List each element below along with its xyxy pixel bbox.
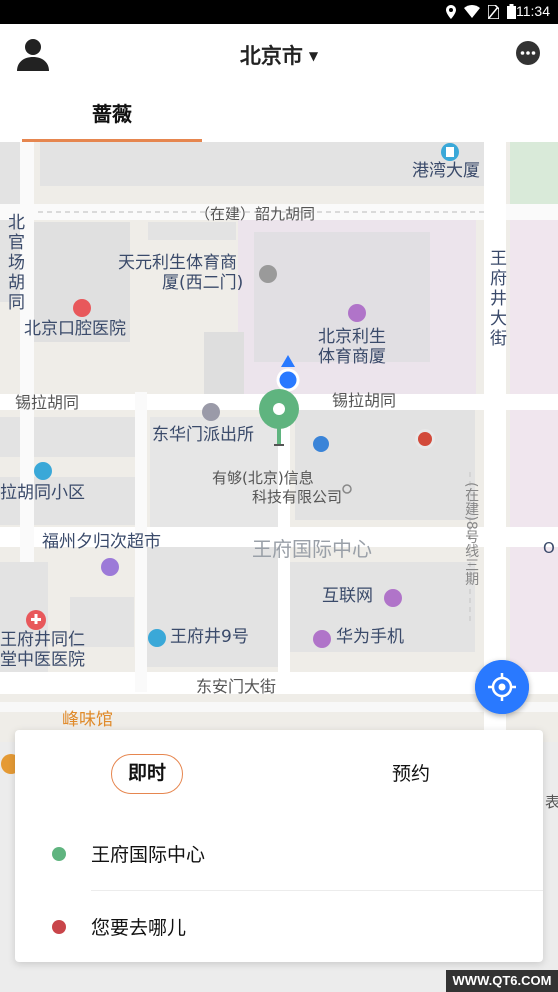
map-label-wangfujing-4: 大	[490, 309, 507, 329]
origin-field[interactable]: 王府国际中心	[15, 824, 543, 884]
map-label-beiguan-5: 同	[8, 293, 25, 313]
status-icons	[446, 4, 516, 19]
map-label-edge-o: O	[543, 539, 555, 557]
map-label-tongren-1: 王府井同仁	[0, 630, 85, 650]
map-label-donghuamen: 东华门派出所	[152, 425, 254, 445]
map-label-hulianwang: 互联网	[322, 586, 373, 606]
my-location-button[interactable]	[475, 660, 529, 714]
clock: 11:34	[516, 3, 550, 19]
ride-request-card: 即时 预约 王府国际中心 您要去哪儿	[15, 730, 543, 962]
map-label-xila-xiaoqu: 拉胡同小区	[0, 483, 85, 503]
origin-text: 王府国际中心	[91, 844, 206, 866]
map-label-tianyuan-1: 天元利生体育商	[118, 253, 237, 273]
location-icon	[446, 4, 456, 19]
watermark: WWW.QT6.COM	[446, 970, 558, 992]
destination-dot-icon	[52, 920, 66, 934]
map-label-dongan: 东安门大街	[196, 677, 277, 696]
map-label-wangfujing-1: 王	[490, 249, 507, 269]
map-label-beiguan-4: 胡	[8, 273, 25, 293]
tab-qiangwei[interactable]: 蔷薇	[22, 98, 202, 127]
map-label-yougou-2: 科技有限公司	[252, 488, 343, 506]
city-name: 北京市	[239, 44, 303, 68]
map-label-fengweiguan: 峰味馆	[62, 710, 113, 730]
map-label-beiguan-1: 北	[8, 213, 25, 233]
map-label-edge-biao: 表	[545, 793, 558, 811]
map-label-fuzhou: 福州夕归次超市	[42, 532, 161, 552]
map-label-wangfujing-2: 府	[490, 269, 507, 289]
map-label-tianyuan-2: 厦(西二门)	[162, 273, 244, 293]
origin-dot-icon	[52, 847, 66, 861]
status-bar: 11:34	[0, 0, 558, 24]
battery-icon	[507, 4, 516, 19]
message-icon[interactable]	[514, 39, 542, 67]
city-selector[interactable]: 北京市 ▼	[0, 40, 558, 70]
destination-field[interactable]: 您要去哪儿	[15, 897, 543, 957]
map-label-zaijian: (在建)8号线三期	[463, 482, 480, 586]
map-label-wangfujing-3: 井	[490, 289, 507, 309]
service-tabs: 蔷薇	[0, 86, 558, 142]
map-label-beiguan-3: 场	[8, 253, 25, 273]
map-label-xila-east: 锡拉胡同	[332, 391, 397, 410]
map-label-gangwan: 港湾大厦	[412, 161, 480, 181]
map-label-wfj-center: 王府国际中心	[252, 537, 372, 561]
chevron-down-icon: ▼	[308, 49, 319, 63]
mode-now-button[interactable]: 即时	[111, 754, 183, 794]
map-label-lisheng-2: 体育商厦	[318, 347, 386, 367]
map-label-shaojiu: （在建）韶九胡同	[195, 205, 316, 223]
no-sim-icon	[488, 4, 499, 19]
mode-reserve-button[interactable]: 预约	[375, 754, 447, 794]
map-label-kouqiang: 北京口腔医院	[24, 319, 126, 339]
map-label-lisheng-1: 北京利生	[318, 327, 386, 347]
app-header: 北京市 ▼	[0, 24, 558, 86]
map-label-wangfujing-5: 街	[490, 329, 507, 349]
map-label-yougou-1: 有够(北京)信息	[212, 469, 314, 487]
map-label-beiguan-2: 官	[8, 233, 25, 253]
map-label-wfj9: 王府井9号	[170, 627, 249, 647]
destination-placeholder: 您要去哪儿	[91, 917, 187, 939]
card-divider	[91, 890, 543, 891]
map-label-tongren-2: 堂中医医院	[0, 650, 85, 670]
map-label-huawei: 华为手机	[336, 627, 404, 647]
wifi-icon	[464, 5, 480, 18]
map-label-xila-west: 锡拉胡同	[15, 393, 80, 412]
